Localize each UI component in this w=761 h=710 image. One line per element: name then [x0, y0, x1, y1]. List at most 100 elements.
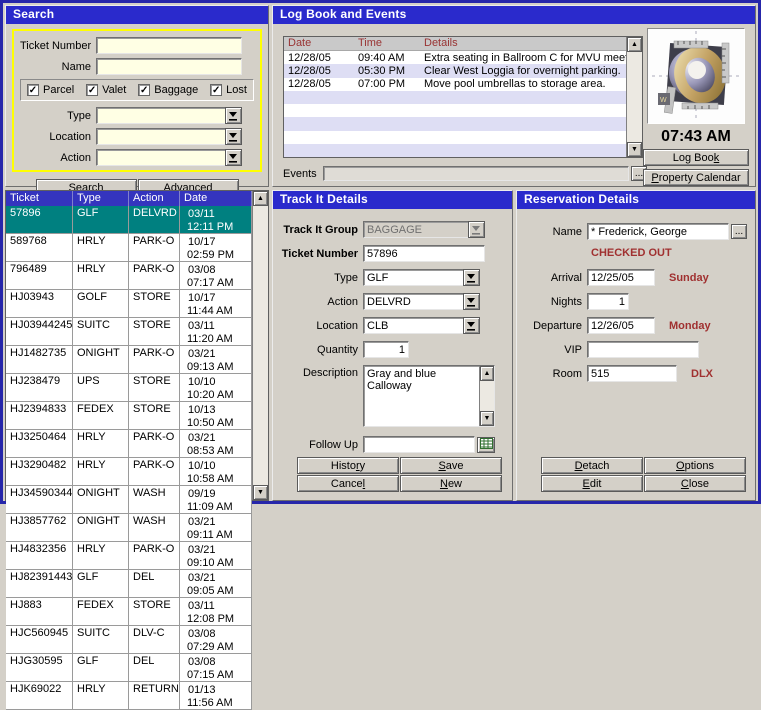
nights-input[interactable]: [587, 293, 629, 310]
ticket-row[interactable]: HJ238479UPSSTORE10/1010:20 AM: [6, 374, 252, 402]
type-dropdown-button[interactable]: [225, 107, 242, 124]
ticket-results-table[interactable]: TicketTypeActionDate 57896GLFDELVRD03/11…: [5, 190, 269, 501]
trackit-type-combo[interactable]: [363, 269, 480, 286]
ticket-row[interactable]: HJ3250464HRLYPARK-O03/2108:53 AM: [6, 430, 252, 458]
logbook-row[interactable]: [284, 117, 626, 130]
location-combo-input[interactable]: [96, 128, 225, 145]
checkbox-icon[interactable]: ✓: [138, 84, 150, 96]
checkbox-parcel[interactable]: ✓Parcel: [27, 84, 74, 96]
trackit-location-input[interactable]: [363, 317, 463, 334]
reservation-name-input[interactable]: [587, 223, 729, 240]
logbook-row[interactable]: [284, 104, 626, 117]
close-button[interactable]: Close: [644, 475, 746, 492]
description-scrollbar[interactable]: ▲ ▼: [479, 366, 494, 426]
history-button[interactable]: History: [297, 457, 399, 474]
checkbox-icon[interactable]: ✓: [86, 84, 98, 96]
checkbox-lost[interactable]: ✓Lost: [210, 84, 247, 96]
ticket-row[interactable]: HJ039442456SUITCSTORE03/1111:20 AM: [6, 318, 252, 346]
follow-up-calendar-button[interactable]: [477, 437, 495, 453]
log-book-button[interactable]: Log Book: [643, 149, 749, 166]
options-button[interactable]: Options: [644, 457, 746, 474]
logbook-column-header[interactable]: Details: [420, 37, 626, 50]
logbook-row[interactable]: 12/28/0509:40 AMExtra seating in Ballroo…: [284, 51, 626, 64]
logbook-row[interactable]: 12/28/0505:30 PMClear West Loggia for ov…: [284, 64, 626, 77]
trackit-action-dropdown-button[interactable]: [463, 293, 480, 310]
edit-button[interactable]: Edit: [541, 475, 643, 492]
room-input[interactable]: [587, 365, 677, 382]
ticket-row[interactable]: HJ3857762ONIGHTWASH03/2109:11 AM: [6, 514, 252, 542]
property-calendar-button[interactable]: Property Calendar: [643, 169, 749, 186]
location-combo[interactable]: [96, 128, 242, 145]
logbook-scrollbar[interactable]: ▲ ▼: [626, 37, 642, 157]
logbook-column-header[interactable]: Time: [354, 37, 420, 50]
departure-input[interactable]: [587, 317, 655, 334]
location-label: Location: [20, 131, 96, 143]
trackit-ticket-number-input[interactable]: [363, 245, 485, 262]
checkbox-icon[interactable]: ✓: [210, 84, 222, 96]
action-dropdown-button[interactable]: [225, 149, 242, 166]
save-button[interactable]: Save: [400, 457, 502, 474]
name-lookup-button[interactable]: ...: [731, 224, 747, 239]
checkbox-baggage[interactable]: ✓Baggage: [138, 84, 198, 96]
logbook-row[interactable]: [284, 144, 626, 157]
detach-button[interactable]: Detach: [541, 457, 643, 474]
ticket-row[interactable]: 57896GLFDELVRD03/1112:11 PM: [6, 206, 252, 234]
logbook-row[interactable]: [284, 91, 626, 104]
logbook-table[interactable]: DateTimeDetails 12/28/0509:40 AMExtra se…: [283, 36, 643, 158]
ticket-row[interactable]: 796489HRLYPARK-O03/0807:17 AM: [6, 262, 252, 290]
ticket-row[interactable]: HJK69022HRLYRETURNED01/1311:56 AM: [6, 682, 252, 710]
trackit-quantity-input[interactable]: [363, 341, 409, 358]
ticket-row[interactable]: HJ3290482HRLYPARK-O10/1010:58 AM: [6, 458, 252, 486]
logbook-column-header[interactable]: Date: [284, 37, 354, 50]
ticket-table-scrollbar[interactable]: ▲ ▼: [252, 191, 268, 500]
location-dropdown-button[interactable]: [225, 128, 242, 145]
ticket-row[interactable]: 589768HRLYPARK-O10/1702:59 PM: [6, 234, 252, 262]
events-field[interactable]: [323, 166, 629, 181]
ticket-row[interactable]: HJC560945SUITCDLV-C03/0807:29 AM: [6, 626, 252, 654]
type-combo-input[interactable]: [96, 107, 225, 124]
arrival-input[interactable]: [587, 269, 655, 286]
trackit-description-textarea[interactable]: Gray and blue Calloway ▲ ▼: [363, 365, 495, 427]
ticket-row[interactable]: HJ34590344ONIGHTWASH09/1911:09 AM: [6, 486, 252, 514]
ticket-row[interactable]: HJ2394833FEDEXSTORE10/1310:50 AM: [6, 402, 252, 430]
vip-input[interactable]: [587, 341, 699, 358]
scroll-up-icon[interactable]: ▲: [480, 366, 494, 381]
name-input[interactable]: [96, 58, 242, 75]
ticket-column-header[interactable]: Action: [129, 191, 180, 206]
ticket-row[interactable]: HJ4832356HRLYPARK-O03/2109:10 AM: [6, 542, 252, 570]
cancel-button[interactable]: Cancel: [297, 475, 399, 492]
ticket-date: 03/11: [184, 207, 217, 220]
logbook-row[interactable]: [284, 131, 626, 144]
scroll-down-icon[interactable]: ▼: [627, 142, 642, 157]
scroll-down-icon[interactable]: ▼: [253, 485, 268, 500]
scroll-up-icon[interactable]: ▲: [253, 191, 268, 206]
trackit-action-combo[interactable]: [363, 293, 480, 310]
trackit-action-input[interactable]: [363, 293, 463, 310]
ticket-row[interactable]: HJ03943GOLFSTORE10/1711:44 AM: [6, 290, 252, 318]
ticket-column-header[interactable]: Type: [73, 191, 129, 206]
ticket-column-header[interactable]: Date: [180, 191, 252, 206]
ticket-cell: STORE: [129, 374, 180, 401]
checkbox-valet[interactable]: ✓Valet: [86, 84, 126, 96]
trackit-type-dropdown-button[interactable]: [463, 269, 480, 286]
ticket-column-header[interactable]: Ticket: [6, 191, 73, 206]
new-button[interactable]: New: [400, 475, 502, 492]
checkbox-icon[interactable]: ✓: [27, 84, 39, 96]
ticket-row[interactable]: HJ883FEDEXSTORE03/1112:08 PM: [6, 598, 252, 626]
trackit-follow-up-input[interactable]: [363, 436, 475, 453]
type-combo[interactable]: [96, 107, 242, 124]
trackit-location-combo[interactable]: [363, 317, 480, 334]
ticket-row[interactable]: HJ82391443GLFDEL03/2109:05 AM: [6, 570, 252, 598]
scroll-up-icon[interactable]: ▲: [627, 37, 642, 52]
scroll-down-icon[interactable]: ▼: [480, 411, 494, 426]
action-combo[interactable]: [96, 149, 242, 166]
ticket-row[interactable]: HJ1482735ONIGHTPARK-O03/2109:13 AM: [6, 346, 252, 374]
logbook-row[interactable]: 12/28/0507:00 PMMove pool umbrellas to s…: [284, 78, 626, 91]
ticket-number-input[interactable]: [96, 37, 242, 54]
ticket-row[interactable]: HJG30595GLFDEL03/0807:15 AM: [6, 654, 252, 682]
ticket-date: 10/17: [184, 235, 217, 248]
trackit-location-dropdown-button[interactable]: [463, 317, 480, 334]
action-combo-input[interactable]: [96, 149, 225, 166]
trackit-type-input[interactable]: [363, 269, 463, 286]
trackit-type-label: Type: [273, 272, 363, 284]
